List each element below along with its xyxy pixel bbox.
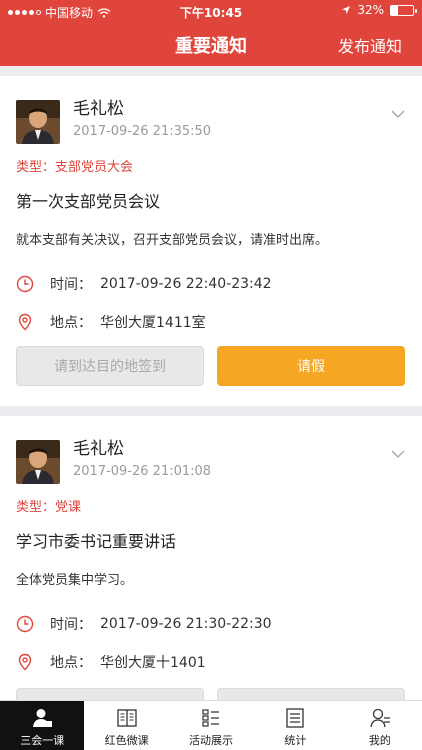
clock-icon <box>16 615 34 633</box>
avatar <box>16 440 60 484</box>
location-pin-icon <box>18 653 32 671</box>
chevron-down-icon[interactable] <box>390 446 406 462</box>
tab-label: 我的 <box>368 734 391 747</box>
time-row: 时间： 2017-09-26 21:30-22:30 <box>16 614 272 634</box>
location-value: 华创大厦1411室 <box>100 315 206 331</box>
location-row: 地点： 华创大厦十1401 <box>16 652 206 672</box>
notice-type: 类型：党课 <box>16 500 82 515</box>
profile-icon <box>370 708 390 728</box>
tab-mine[interactable]: 我的 <box>338 701 422 750</box>
battery-fill <box>391 5 399 15</box>
battery-icon <box>390 4 417 16</box>
notice-subject: 第一次支部党员会议 <box>16 192 161 211</box>
battery-percent: 32% <box>357 3 384 17</box>
notice-list[interactable]: 毛礼松 2017-09-26 21:35:50 类型：支部党员大会 第一次支部党… <box>0 66 422 700</box>
time-value: 2017-09-26 22:40-23:42 <box>100 276 272 292</box>
tab-three-meetings[interactable]: 三会一课 <box>0 701 85 750</box>
tab-label: 三会一课 <box>20 734 65 747</box>
nav-bar: 重要通知 发布通知 <box>0 22 422 66</box>
tab-red-courses[interactable]: 红色微课 <box>84 701 168 750</box>
time-label: 时间： <box>50 617 92 633</box>
notice-card: 毛礼松 2017-09-26 21:01:08 类型：党课 学习市委书记重要讲话… <box>0 416 422 700</box>
status-bar: 中国移动 下午10:45 32% <box>0 0 422 22</box>
location-value: 华创大厦十1401 <box>100 655 206 671</box>
tab-statistics[interactable]: 统计 <box>253 701 337 750</box>
leave-button[interactable] <box>217 688 405 700</box>
leave-button[interactable]: 请假 <box>217 346 405 386</box>
location-pin-icon <box>18 313 32 331</box>
tab-label: 红色微课 <box>104 734 149 747</box>
checkin-button[interactable] <box>16 688 204 700</box>
status-right: 32% <box>341 3 417 17</box>
checkin-button[interactable]: 请到达目的地签到 <box>16 346 204 386</box>
tab-bar: 三会一课 红色微课 活动展示 统计 我的 <box>0 700 422 750</box>
list-icon <box>202 709 220 727</box>
chevron-down-icon[interactable] <box>390 106 406 122</box>
location-row: 地点： 华创大厦1411室 <box>16 312 206 332</box>
app-header: 中国移动 下午10:45 32% 重要通知 发布通知 <box>0 0 422 66</box>
notice-description: 全体党员集中学习。 <box>16 573 134 588</box>
publish-notice-button[interactable]: 发布通知 <box>338 33 402 57</box>
location-label: 地点： <box>50 315 92 331</box>
book-icon <box>116 709 137 727</box>
tab-activities[interactable]: 活动展示 <box>169 701 253 750</box>
time-row: 时间： 2017-09-26 22:40-23:42 <box>16 274 272 294</box>
location-label: 地点： <box>50 655 92 671</box>
notice-subject: 学习市委书记重要讲话 <box>16 532 177 551</box>
time-label: 时间： <box>50 277 92 293</box>
tab-label: 活动展示 <box>189 734 234 747</box>
avatar <box>16 100 60 144</box>
clock-icon <box>16 275 34 293</box>
notice-description: 就本支部有关决议，召开支部党员会议，请准时出席。 <box>16 233 329 248</box>
location-arrow-icon <box>342 6 351 14</box>
person-icon <box>33 709 53 727</box>
notice-type: 类型：支部党员大会 <box>16 160 134 175</box>
time-value: 2017-09-26 21:30-22:30 <box>100 616 272 632</box>
post-timestamp: 2017-09-26 21:01:08 <box>73 464 212 479</box>
notice-card: 毛礼松 2017-09-26 21:35:50 类型：支部党员大会 第一次支部党… <box>0 76 422 406</box>
author-name: 毛礼松 <box>73 439 124 459</box>
post-timestamp: 2017-09-26 21:35:50 <box>73 124 212 139</box>
author-name: 毛礼松 <box>73 99 124 119</box>
tab-label: 统计 <box>284 734 307 747</box>
document-icon <box>286 708 305 728</box>
